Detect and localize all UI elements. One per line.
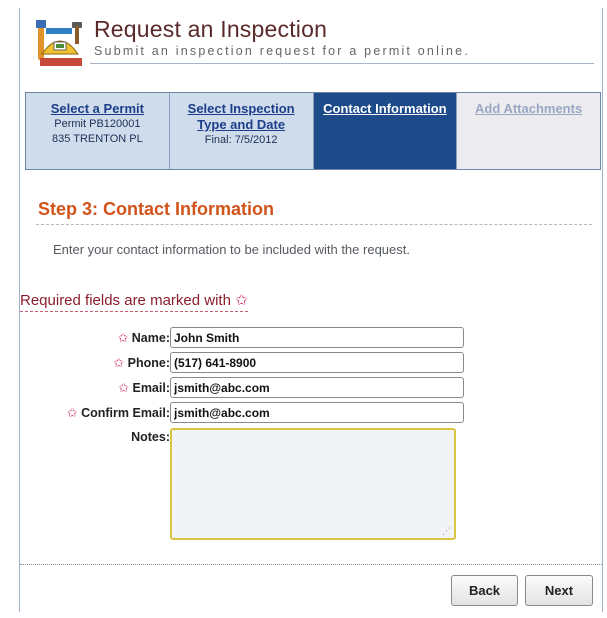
required-star-icon: ✩ (67, 406, 78, 420)
step-select-inspection[interactable]: Select Inspection Type and Date Final: 7… (169, 93, 314, 169)
confirm-email-label-text: Confirm Email: (81, 406, 170, 420)
phone-label: ✩ Phone: (114, 355, 170, 370)
page-header: Request an Inspection Submit an inspecti… (20, 8, 602, 72)
required-star-icon: ✩ (118, 381, 129, 395)
required-star-icon: ✩ (117, 331, 129, 345)
required-fields-note: Required fields are marked with ✩ (20, 291, 248, 312)
name-label: ✩ Name: (118, 330, 170, 345)
step-add-attachments-link: Add Attachments (475, 101, 583, 116)
required-star-icon: ✩ (113, 356, 125, 370)
step-select-inspection-link-line2[interactable]: Type and Date (170, 117, 313, 133)
inspection-request-panel: Request an Inspection Submit an inspecti… (19, 8, 603, 612)
header-divider (90, 63, 594, 64)
notes-label: Notes: (131, 430, 170, 444)
email-label-text: Email: (132, 381, 170, 395)
heading-divider (36, 224, 592, 225)
step-select-permit-link[interactable]: Select a Permit (26, 101, 169, 117)
phone-label-text: Phone: (127, 356, 170, 370)
email-field[interactable] (170, 377, 464, 398)
step-select-inspection-link-line1[interactable]: Select Inspection (170, 101, 313, 117)
step-add-attachments: Add Attachments (457, 93, 600, 169)
step-contact-information-link[interactable]: Contact Information (314, 101, 457, 117)
wizard-steps: Select a Permit Permit PB120001 835 TREN… (25, 92, 601, 170)
step-heading: Step 3: Contact Information (38, 199, 275, 219)
required-note-text: Required fields are marked with (20, 292, 231, 309)
inspection-type-date: Final: 7/5/2012 (204, 134, 278, 146)
phone-field[interactable] (170, 352, 464, 373)
step-select-permit[interactable]: Select a Permit Permit PB120001 835 TREN… (26, 93, 170, 169)
permit-number: Permit PB120001 (54, 118, 141, 130)
footer-divider (20, 564, 602, 565)
permit-address: 835 TRENTON PL (52, 133, 143, 145)
step-contact-information[interactable]: Contact Information (313, 93, 458, 169)
confirm-email-field[interactable] (170, 402, 464, 423)
page-subtitle: Submit an inspection request for a permi… (94, 44, 471, 58)
required-star-icon: ✩ (235, 292, 248, 309)
resize-grip-icon[interactable]: ⋰ (442, 526, 451, 537)
email-label: ✩ Email: (119, 380, 170, 395)
name-field[interactable] (170, 327, 464, 348)
confirm-email-label: ✩ Confirm Email: (67, 405, 170, 420)
back-button[interactable]: Back (451, 575, 518, 606)
instructions-text: Enter your contact information to be inc… (53, 242, 410, 257)
page-title: Request an Inspection (94, 16, 328, 42)
inspection-tools-icon (36, 20, 82, 66)
notes-field[interactable] (170, 428, 456, 540)
next-button[interactable]: Next (525, 575, 593, 606)
name-label-text: Name: (131, 331, 170, 345)
